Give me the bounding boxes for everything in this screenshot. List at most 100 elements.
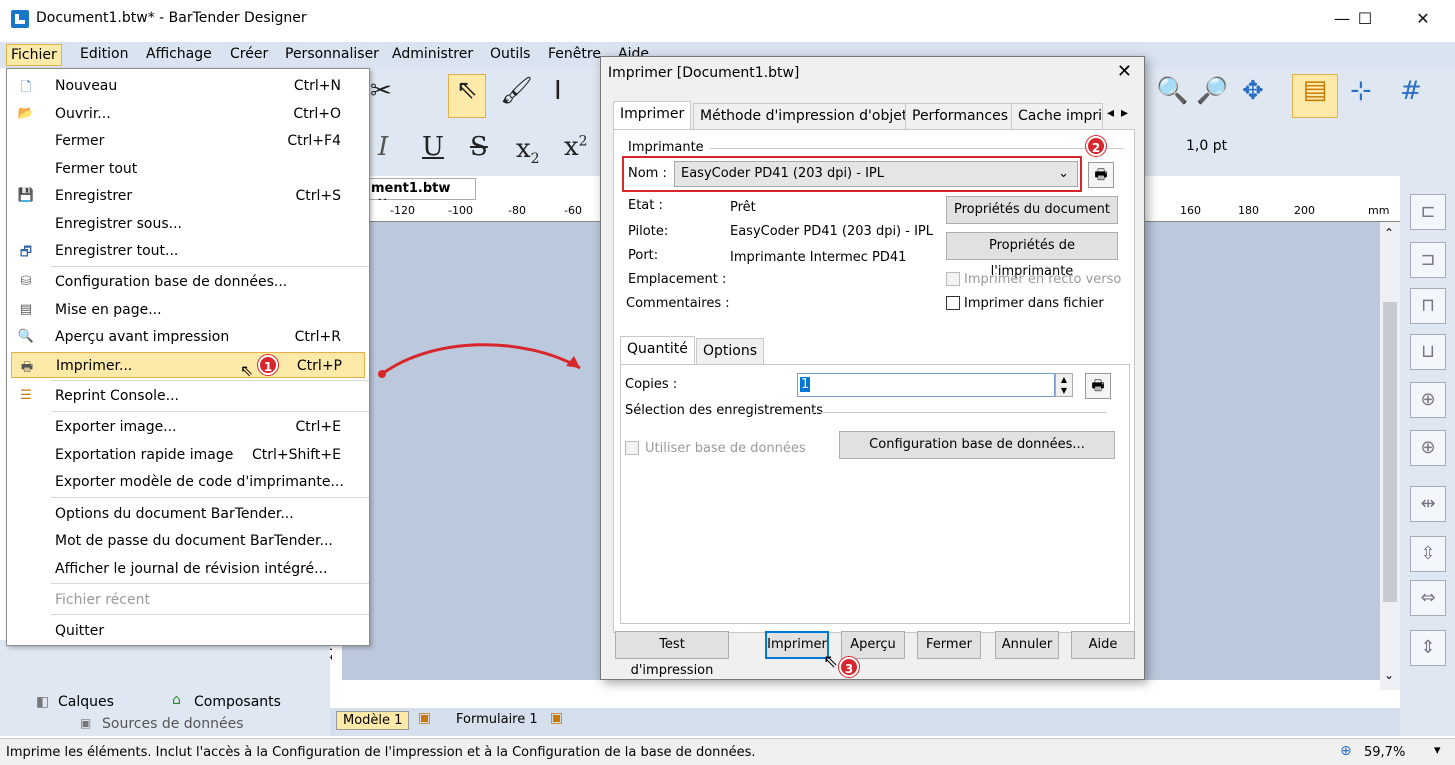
tab-methode-impression[interactable]: Méthode d'impression d'objet bbox=[693, 103, 915, 129]
tab-sources-donnees[interactable]: Sources de données bbox=[102, 716, 244, 732]
imprimer-tab-panel: Imprimante Nom : EasyCoder PD41 (203 dpi… bbox=[613, 129, 1135, 633]
align-bottom-icon[interactable]: ⊔ bbox=[1410, 334, 1446, 370]
menu-creer[interactable]: Créer bbox=[230, 46, 268, 62]
zoom-dropdown-icon[interactable]: ▾ bbox=[1434, 743, 1441, 758]
menu-item-mise-en-page[interactable]: ▤ Mise en page... bbox=[7, 297, 369, 323]
zoom-page-icon[interactable]: ✥ bbox=[1242, 76, 1264, 106]
menu-item-reprint-console[interactable]: ☰ Reprint Console... bbox=[7, 383, 369, 409]
copies-settings-icon[interactable]: 🖶 bbox=[1085, 373, 1111, 399]
align-left-icon[interactable]: ⊏ bbox=[1410, 194, 1446, 230]
document-tab[interactable]: ment1.btw ✕ bbox=[366, 178, 476, 211]
menu-item-enregistrer-sous[interactable]: Enregistrer sous... bbox=[7, 211, 369, 237]
printer-properties-button[interactable]: Propriétés de l'imprimante bbox=[946, 232, 1118, 279]
tab-quantite[interactable]: Quantité bbox=[620, 336, 695, 365]
tab-scroll-left-icon[interactable]: ◂ bbox=[1107, 105, 1114, 121]
tab-formulaire-1[interactable]: Formulaire 1 bbox=[452, 711, 542, 728]
center-page-horizontal-icon[interactable]: ⇔ bbox=[1410, 580, 1446, 616]
menu-personnaliser[interactable]: Personnaliser bbox=[285, 46, 379, 62]
dialog-close-icon[interactable]: ✕ bbox=[1117, 61, 1132, 82]
tab-calques[interactable]: Calques bbox=[58, 694, 114, 710]
help-button[interactable]: Aide bbox=[1071, 631, 1135, 659]
tab-composants[interactable]: Composants bbox=[194, 694, 281, 710]
print-preview-icon: 🔍 bbox=[17, 329, 35, 344]
grid-icon[interactable]: # bbox=[1400, 76, 1422, 106]
snap-icon[interactable]: ⊹ bbox=[1350, 76, 1372, 106]
menu-administrer[interactable]: Administrer bbox=[392, 46, 473, 62]
text-cursor-icon[interactable]: I bbox=[554, 76, 562, 106]
scroll-up-icon[interactable]: ⌃ bbox=[1384, 226, 1394, 240]
add-form-icon[interactable]: ▣ bbox=[550, 710, 563, 726]
zoom-out-icon[interactable]: 🔍 bbox=[1156, 76, 1188, 106]
printer-select[interactable]: EasyCoder PD41 (203 dpi) - IPL ⌄ bbox=[674, 161, 1078, 187]
zoom-fit-icon[interactable]: 🔎 bbox=[1196, 76, 1228, 106]
underline-icon[interactable]: U bbox=[422, 132, 444, 162]
add-template-icon[interactable]: ▣ bbox=[418, 710, 431, 726]
print-to-file-checkbox[interactable] bbox=[946, 296, 960, 310]
scroll-thumb[interactable] bbox=[1383, 302, 1397, 602]
preview-button[interactable]: Aperçu bbox=[841, 631, 905, 659]
file-menu: 🗋 Nouveau Ctrl+N 📂 Ouvrir... Ctrl+O Fermer Ct… bbox=[6, 68, 370, 646]
database-config-button[interactable]: Configuration base de données... bbox=[839, 431, 1115, 459]
menu-item-journal[interactable]: Afficher le journal de révision intégré.… bbox=[7, 556, 369, 582]
italic-icon[interactable]: I bbox=[378, 132, 388, 162]
menu-item-ouvrir[interactable]: 📂 Ouvrir... Ctrl+O bbox=[7, 101, 369, 127]
zoom-icon[interactable]: ⊕ bbox=[1340, 743, 1352, 759]
cut-icon[interactable]: ✂ bbox=[370, 76, 392, 106]
menu-item-enregistrer[interactable]: 💾 Enregistrer Ctrl+S bbox=[7, 183, 369, 209]
tab-cache[interactable]: Cache impri bbox=[1011, 103, 1103, 129]
align-right-icon[interactable]: ⊐ bbox=[1410, 242, 1446, 278]
superscript-icon[interactable]: x2 bbox=[564, 132, 588, 162]
copies-input[interactable]: 1 bbox=[797, 373, 1055, 397]
distribute-horizontal-icon[interactable]: ⇹ bbox=[1410, 486, 1446, 522]
tab-imprimer[interactable]: Imprimer bbox=[613, 101, 692, 130]
tab-modele-1[interactable]: Modèle 1 bbox=[336, 711, 410, 730]
close-dialog-button[interactable]: Fermer bbox=[917, 631, 981, 659]
center-vertical-icon[interactable]: ⊕ bbox=[1410, 382, 1446, 418]
menu-outils[interactable]: Outils bbox=[490, 46, 530, 62]
menu-affichage[interactable]: Affichage bbox=[146, 46, 212, 62]
menu-item-export-rapide[interactable]: Exportation rapide image Ctrl+Shift+E bbox=[7, 442, 369, 468]
align-top-icon[interactable]: ⊓ bbox=[1410, 288, 1446, 324]
components-icon: ⌂ bbox=[172, 692, 181, 708]
print-button[interactable]: Imprimer bbox=[765, 631, 829, 659]
printer-settings-icon[interactable]: 🖶 bbox=[1088, 162, 1114, 188]
menu-item-exporter-modele[interactable]: Exporter modèle de code d'imprimante... bbox=[7, 469, 369, 495]
menu-item-exporter-image[interactable]: Exporter image... Ctrl+E bbox=[7, 414, 369, 440]
menu-item-enregistrer-tout[interactable]: 🗗 Enregistrer tout... bbox=[7, 238, 369, 264]
menu-item-quitter[interactable]: Quitter bbox=[7, 618, 369, 644]
quantite-panel: Copies : 1 ▲ ▼ 🖶 Sélection des enregistre… bbox=[620, 364, 1130, 624]
menu-edition[interactable]: Edition bbox=[80, 46, 128, 62]
menu-fichier[interactable]: Fichier bbox=[6, 44, 62, 66]
menu-item-options-doc[interactable]: Options du document BarTender... bbox=[7, 501, 369, 527]
ruler-label: -120 bbox=[390, 204, 415, 217]
ruler-toggle-icon[interactable]: ▤ bbox=[1292, 74, 1338, 118]
zoom-level[interactable]: 59,7% bbox=[1364, 745, 1405, 760]
cancel-button[interactable]: Annuler bbox=[995, 631, 1059, 659]
menu-fenetre[interactable]: Fenêtre bbox=[548, 46, 601, 62]
vertical-scrollbar[interactable]: ⌃ ⌄ bbox=[1380, 222, 1400, 690]
tab-scroll-right-icon[interactable]: ▸ bbox=[1121, 105, 1128, 121]
strikethrough-icon[interactable]: S bbox=[470, 132, 488, 162]
pointer-tool-icon[interactable]: ⇖ bbox=[448, 74, 486, 118]
tab-options[interactable]: Options bbox=[696, 338, 765, 364]
menu-item-mot-de-passe[interactable]: Mot de passe du document BarTender... bbox=[7, 528, 369, 554]
document-properties-button[interactable]: Propriétés du document bbox=[946, 196, 1118, 224]
brush-icon[interactable]: 🖌 bbox=[500, 76, 533, 106]
center-page-vertical-icon[interactable]: ⇕ bbox=[1410, 630, 1446, 666]
test-print-button[interactable]: Test d'impression bbox=[615, 631, 729, 678]
center-horizontal-icon[interactable]: ⊕ bbox=[1410, 430, 1446, 466]
distribute-vertical-icon[interactable]: ⇳ bbox=[1410, 536, 1446, 572]
scroll-down-icon[interactable]: ⌄ bbox=[1384, 668, 1394, 682]
menu-item-fermer-tout[interactable]: Fermer tout bbox=[7, 156, 369, 182]
menu-item-nouveau[interactable]: 🗋 Nouveau Ctrl+N bbox=[7, 73, 369, 99]
menu-item-fermer[interactable]: Fermer Ctrl+F4 bbox=[7, 128, 369, 154]
menu-item-apercu[interactable]: 🔍 Aperçu avant impression Ctrl+R bbox=[7, 324, 369, 350]
line-weight-selector[interactable]: 1,0 pt bbox=[1186, 138, 1227, 154]
menu-item-imprimer[interactable]: 🖶 Imprimer... Ctrl+P ⇖ bbox=[11, 352, 365, 380]
copies-spinner[interactable]: ▲ ▼ bbox=[1055, 373, 1073, 397]
menu-item-config-bd[interactable]: ⛁ Configuration base de données... bbox=[7, 269, 369, 295]
maximize-button[interactable]: ☐ bbox=[1342, 0, 1388, 38]
close-button[interactable]: ✕ bbox=[1400, 0, 1446, 38]
subscript-icon[interactable]: x2 bbox=[516, 134, 540, 167]
tab-performances[interactable]: Performances bbox=[905, 103, 1016, 129]
